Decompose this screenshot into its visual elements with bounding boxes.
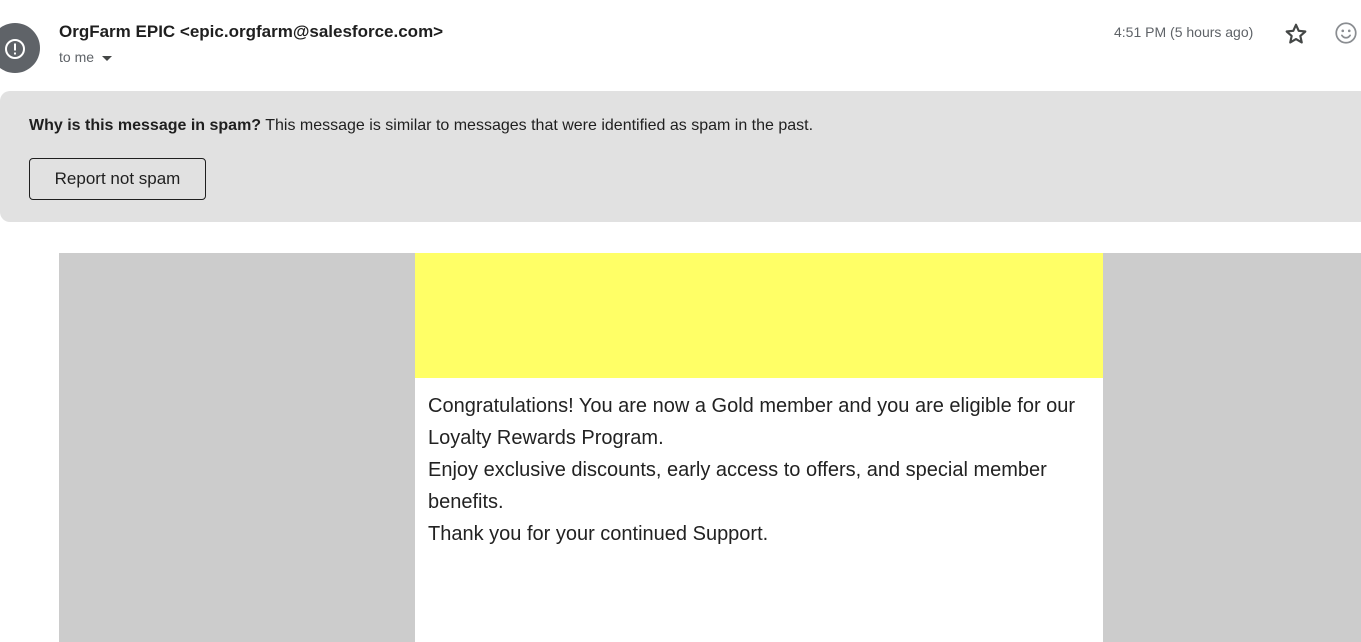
email-body-frame: Congratulations! You are now a Gold memb… <box>59 253 1361 642</box>
message-line: Thank you for your continued Support. <box>428 523 769 545</box>
sender-avatar[interactable] <box>0 23 40 73</box>
spam-title: Why is this message in spam? <box>29 117 262 134</box>
spam-warning-icon <box>5 39 25 59</box>
star-button[interactable] <box>1283 21 1309 47</box>
email-view: OrgFarm EPIC <epic.orgfarm@salesforce.co… <box>0 0 1361 642</box>
email-card: Congratulations! You are now a Gold memb… <box>415 253 1103 642</box>
recipient-toggle[interactable]: to me <box>59 49 113 65</box>
timestamp: 4:51 PM (5 hours ago) <box>1114 24 1254 40</box>
sender-name[interactable]: OrgFarm EPIC <epic.orgfarm@salesforce.co… <box>59 22 443 42</box>
spam-warning-banner: Why is this message in spam? This messag… <box>0 91 1361 222</box>
message-line: Enjoy exclusive discounts, early access … <box>428 459 1047 513</box>
message-line: Congratulations! You are now a Gold memb… <box>428 395 1076 449</box>
chevron-down-icon <box>102 55 113 61</box>
report-not-spam-button[interactable]: Report not spam <box>29 158 206 200</box>
star-icon <box>1285 23 1307 44</box>
email-header-banner <box>415 253 1103 378</box>
spam-explanation: Why is this message in spam? This messag… <box>29 117 813 135</box>
emoji-react-icon <box>1335 22 1357 44</box>
emoji-react-button[interactable] <box>1333 20 1359 46</box>
email-message: Congratulations! You are now a Gold memb… <box>428 390 1098 550</box>
spam-description: This message is similar to messages that… <box>261 117 814 134</box>
recipient-label: to me <box>59 49 95 65</box>
